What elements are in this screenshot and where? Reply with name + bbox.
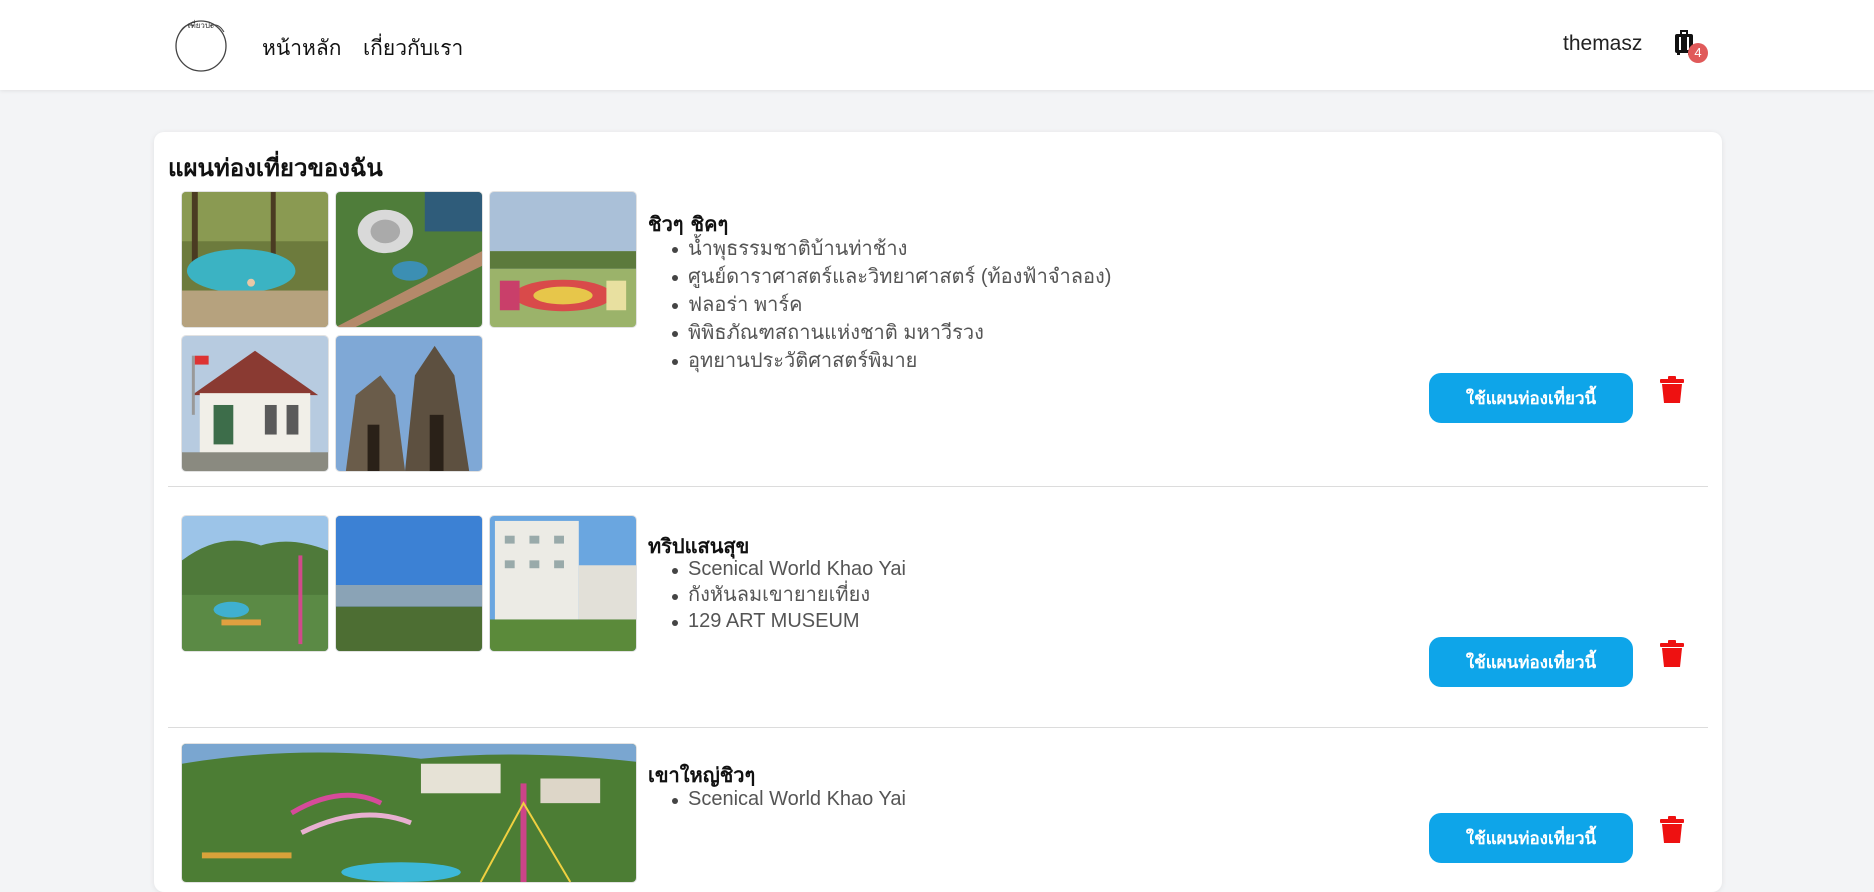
trash-icon[interactable] xyxy=(1659,816,1685,844)
luggage-cart-button[interactable]: 4 xyxy=(1670,24,1710,66)
my-trip-plans-card: แผนท่องเที่ยวของฉัน ชิวๆ ชิคๆ น้ำพุธรรมช… xyxy=(154,132,1722,892)
place-photo-scenical-world xyxy=(181,515,329,652)
page-title: แผนท่องเที่ยวของฉัน xyxy=(168,154,383,182)
list-item: กังหันลมเขายายเที่ยง xyxy=(648,582,906,608)
place-photo-129-art-museum xyxy=(489,515,637,652)
plan-places-list: น้ำพุธรรมชาติบ้านท่าช้าง ศูนย์ดาราศาสตร์… xyxy=(648,235,1111,375)
trip-plan: ชิวๆ ชิคๆ น้ำพุธรรมชาติบ้านท่าช้าง ศูนย์… xyxy=(168,191,1708,487)
trash-icon[interactable] xyxy=(1659,376,1685,404)
list-item: Scenical World Khao Yai xyxy=(648,786,906,812)
use-plan-button[interactable]: ใช้แผนท่องเที่ยวนี้ xyxy=(1429,813,1633,863)
plan-places-list: Scenical World Khao Yai xyxy=(648,786,906,812)
navbar: เที่ยวปะ หน้าหลัก เกี่ยวกับเรา themasz 4 xyxy=(0,0,1874,90)
list-item: Scenical World Khao Yai xyxy=(648,556,906,582)
logo-text: เที่ยวปะ xyxy=(188,19,215,30)
logo[interactable]: เที่ยวปะ xyxy=(172,14,230,72)
trip-plan: เขาใหญ่ชิวๆ Scenical World Khao Yai ใช้แ… xyxy=(168,743,1708,883)
use-plan-button[interactable]: ใช้แผนท่องเที่ยวนี้ xyxy=(1429,637,1633,687)
list-item: อุทยานประวัติศาสตร์พิมาย xyxy=(648,347,1111,375)
place-photo-spring xyxy=(181,191,329,328)
trip-plan: ทริปแสนสุข Scenical World Khao Yai กังหั… xyxy=(168,515,1708,728)
place-photo-flora-park xyxy=(489,191,637,328)
list-item: 129 ART MUSEUM xyxy=(648,608,906,634)
cart-count-badge: 4 xyxy=(1688,43,1708,63)
nav-home-link[interactable]: หน้าหลัก xyxy=(262,32,341,65)
place-photo-planetarium xyxy=(335,191,483,328)
username[interactable]: themasz xyxy=(1563,32,1642,56)
plan-places-list: Scenical World Khao Yai กังหันลมเขายายเท… xyxy=(648,556,906,634)
place-photo-scenical-world-wide xyxy=(181,743,637,883)
list-item: พิพิธภัณฑสถานแห่งชาติ มหาวีรวง xyxy=(648,319,1111,347)
list-item: ฟลอร่า พาร์ค xyxy=(648,291,1111,319)
use-plan-button[interactable]: ใช้แผนท่องเที่ยวนี้ xyxy=(1429,373,1633,423)
trash-icon[interactable] xyxy=(1659,640,1685,668)
nav-about-link[interactable]: เกี่ยวกับเรา xyxy=(363,32,463,65)
place-photo-museum xyxy=(181,335,329,472)
list-item: ศูนย์ดาราศาสตร์และวิทยาศาสตร์ (ท้องฟ้าจำ… xyxy=(648,263,1111,291)
list-item: น้ำพุธรรมชาติบ้านท่าช้าง xyxy=(648,235,1111,263)
place-photo-wind-turbine xyxy=(335,515,483,652)
place-photo-phimai xyxy=(335,335,483,472)
